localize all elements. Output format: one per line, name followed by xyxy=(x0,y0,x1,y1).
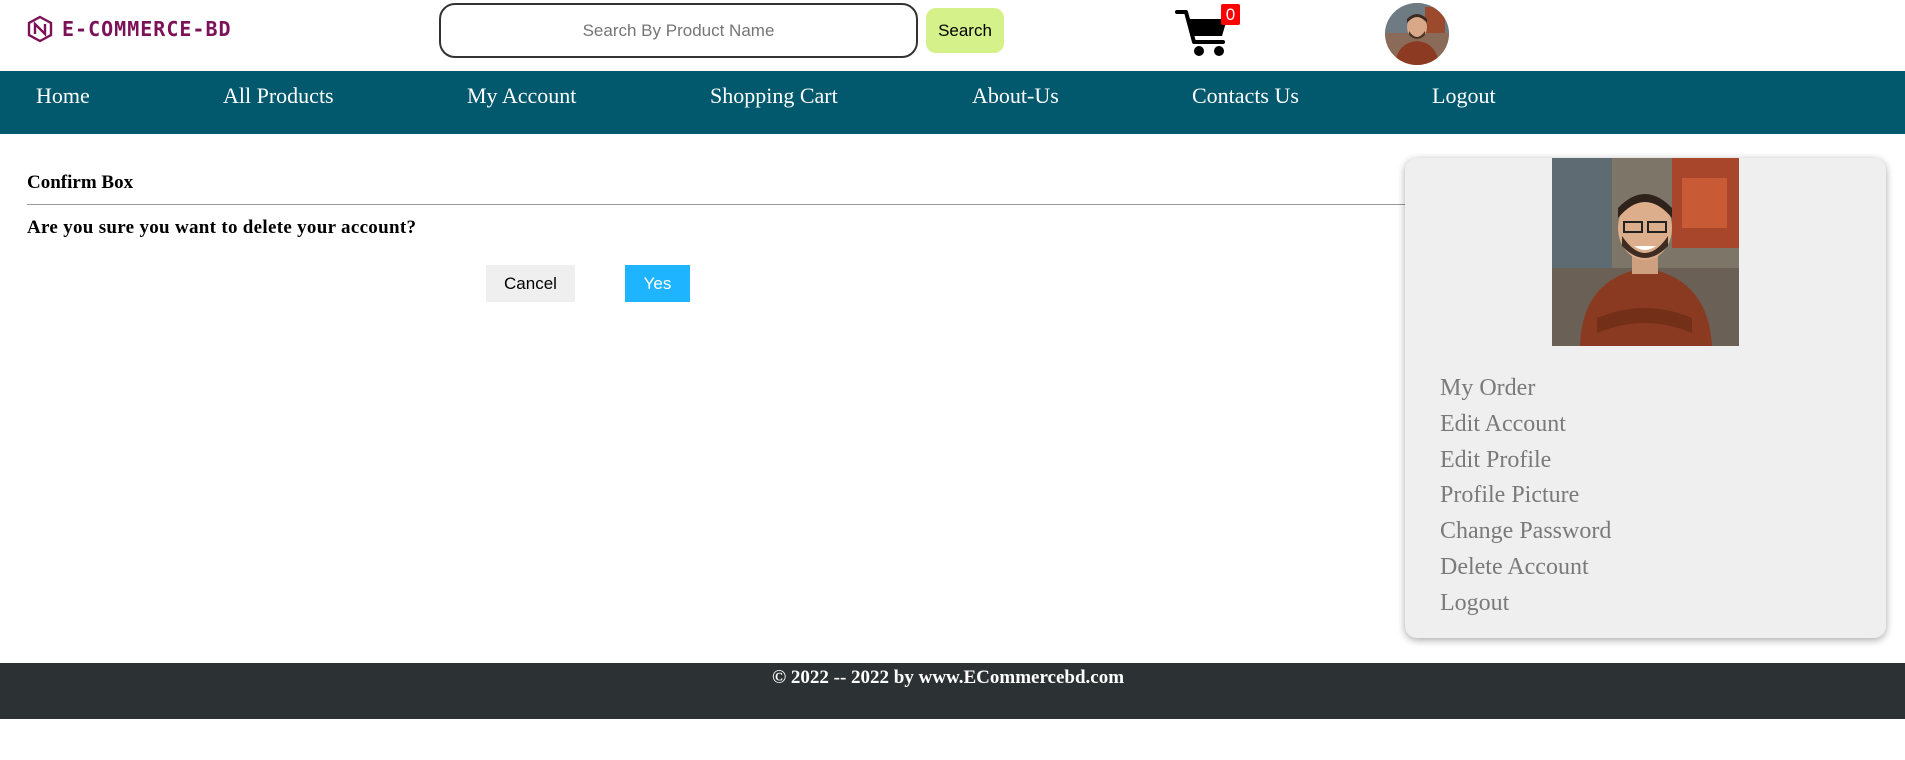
yes-button[interactable]: Yes xyxy=(625,265,690,302)
confirm-title: Confirm Box xyxy=(27,172,134,193)
menu-item-edit-profile[interactable]: Edit Profile xyxy=(1440,443,1611,479)
user-photo xyxy=(1385,3,1449,65)
nav-item-all-products[interactable]: All Products xyxy=(223,71,334,134)
footer-copyright: © 2022 -- 2022 by www.ECommercebd.com xyxy=(771,667,1125,688)
brand-name: E-COMMERCE-BD xyxy=(62,17,232,41)
site-footer: © 2022 -- 2022 by www.ECommercebd.com xyxy=(0,663,1905,719)
menu-item-delete-account[interactable]: Delete Account xyxy=(1440,550,1611,586)
user-avatar[interactable] xyxy=(1385,3,1449,65)
menu-item-logout[interactable]: Logout xyxy=(1440,586,1611,622)
menu-item-change-password[interactable]: Change Password xyxy=(1440,514,1611,550)
nav-item-about-us[interactable]: About-Us xyxy=(972,71,1059,134)
nav-item-my-account[interactable]: My Account xyxy=(467,71,576,134)
menu-item-edit-account[interactable]: Edit Account xyxy=(1440,407,1611,443)
nav-item-logout[interactable]: Logout xyxy=(1432,71,1496,134)
nav-item-contacts-us[interactable]: Contacts Us xyxy=(1192,71,1299,134)
profile-photo xyxy=(1552,158,1739,346)
menu-item-profile-picture[interactable]: Profile Picture xyxy=(1440,478,1611,514)
site-header: E-COMMERCE-BD Search 0 xyxy=(0,0,1905,71)
profile-photo-image xyxy=(1552,158,1739,346)
cancel-button[interactable]: Cancel xyxy=(486,265,575,302)
brand-logo[interactable]: E-COMMERCE-BD xyxy=(26,14,232,44)
nav-item-shopping-cart[interactable]: Shopping Cart xyxy=(710,71,838,134)
menu-item-my-order[interactable]: My Order xyxy=(1440,371,1611,407)
search-input[interactable] xyxy=(439,3,918,58)
account-side-panel: My Order Edit Account Edit Profile Profi… xyxy=(1405,158,1886,638)
cart-button[interactable]: 0 xyxy=(1175,4,1240,56)
brand-logo-icon xyxy=(27,15,53,43)
main-nav: Home All Products My Account Shopping Ca… xyxy=(0,71,1905,134)
search-button[interactable]: Search xyxy=(926,8,1004,53)
cart-count-badge: 0 xyxy=(1221,4,1240,25)
confirm-message: Are you sure you want to delete your acc… xyxy=(27,217,417,238)
divider xyxy=(27,204,1405,205)
account-menu: My Order Edit Account Edit Profile Profi… xyxy=(1440,371,1611,622)
nav-item-home[interactable]: Home xyxy=(36,71,90,134)
